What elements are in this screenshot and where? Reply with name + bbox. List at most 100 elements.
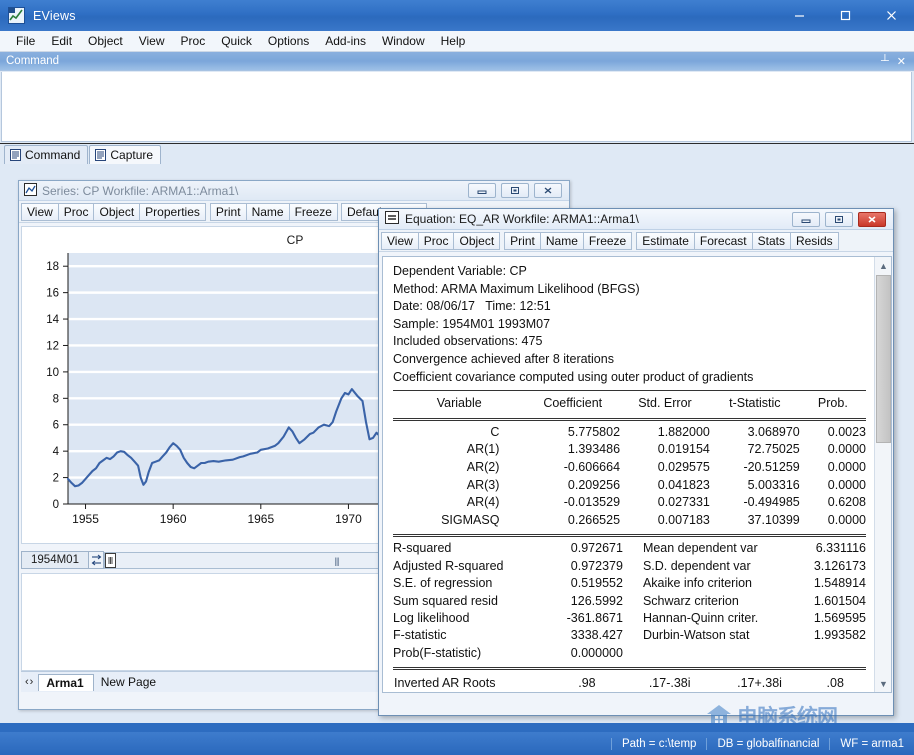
col-header-prob: Prob. bbox=[800, 395, 866, 413]
series-object-button[interactable]: Object bbox=[93, 203, 140, 221]
svg-text:12: 12 bbox=[46, 340, 59, 352]
page-tab-arma1[interactable]: Arma1 bbox=[38, 674, 93, 691]
menu-item-quick[interactable]: Quick bbox=[213, 32, 260, 50]
series-print-button[interactable]: Print bbox=[210, 203, 247, 221]
tab-capture[interactable]: Capture bbox=[89, 145, 161, 164]
close-icon[interactable] bbox=[868, 0, 914, 31]
page-tab-arma1-label: Arma1 bbox=[46, 676, 83, 690]
divider-double bbox=[393, 418, 866, 421]
equation-vertical-scrollbar[interactable]: ▲ ▼ bbox=[874, 257, 891, 692]
root-value-4: .08 bbox=[804, 673, 866, 693]
series-freeze-button[interactable]: Freeze bbox=[289, 203, 338, 221]
command-dock-tabs: Command Capture bbox=[0, 143, 914, 164]
equation-freeze-button[interactable]: Freeze bbox=[583, 232, 632, 250]
table-row: R-squared 0.972671 Mean dependent var 6.… bbox=[393, 540, 866, 557]
series-window-title: Series: CP Workfile: ARMA1::Arma1\ bbox=[42, 184, 238, 198]
cell-prob: 0.0023 bbox=[800, 424, 866, 442]
series-window-titlebar[interactable]: Series: CP Workfile: ARMA1::Arma1\ bbox=[19, 181, 569, 201]
stat-label: Schwarz criterion bbox=[639, 593, 786, 610]
inverted-ar-roots-table: Inverted AR Roots .98 .17-.38i .17+.38i … bbox=[393, 673, 866, 693]
restore-icon[interactable] bbox=[501, 183, 529, 198]
menu-item-window[interactable]: Window bbox=[374, 32, 433, 50]
equation-proc-button[interactable]: Proc bbox=[418, 232, 455, 250]
equation-resids-button[interactable]: Resids bbox=[790, 232, 839, 250]
tab-command[interactable]: Command bbox=[4, 145, 88, 164]
equation-view-button[interactable]: View bbox=[381, 232, 419, 250]
cell-t-statistic: 72.75025 bbox=[710, 441, 800, 459]
divider bbox=[393, 390, 866, 391]
cell-std-error: 0.029575 bbox=[620, 459, 710, 477]
command-input[interactable] bbox=[1, 72, 912, 142]
series-view-button[interactable]: View bbox=[21, 203, 59, 221]
pin-icon[interactable]: ┴ bbox=[881, 55, 889, 68]
equation-forecast-button[interactable]: Forecast bbox=[694, 232, 753, 250]
close-icon[interactable]: ✕ bbox=[897, 55, 906, 68]
equation-estimate-button[interactable]: Estimate bbox=[636, 232, 695, 250]
svg-text:0: 0 bbox=[53, 499, 59, 511]
svg-text:14: 14 bbox=[46, 314, 59, 326]
series-name-button[interactable]: Name bbox=[246, 203, 290, 221]
statusbar: Path = c:\temp DB = globalfinancial WF =… bbox=[0, 732, 914, 755]
stat-label: F-statistic bbox=[393, 627, 535, 644]
divider-double bbox=[393, 667, 866, 670]
menu-item-options[interactable]: Options bbox=[260, 32, 317, 50]
menu-item-edit[interactable]: Edit bbox=[43, 32, 80, 50]
minimize-icon[interactable] bbox=[468, 183, 496, 198]
page-tab-new-page[interactable]: New Page bbox=[94, 674, 165, 690]
command-dock-caption: Command ┴ ✕ bbox=[0, 52, 914, 71]
table-row: AR(2) -0.606664 0.029575 -20.51259 0.000… bbox=[393, 459, 866, 477]
coefficient-table-body: C 5.775802 1.882000 3.068970 0.0023 AR(1… bbox=[393, 424, 866, 530]
series-properties-button[interactable]: Properties bbox=[139, 203, 206, 221]
page-tab-nav[interactable]: ‹› bbox=[25, 676, 34, 688]
spin-updown-icon[interactable] bbox=[89, 551, 104, 569]
series-proc-button[interactable]: Proc bbox=[58, 203, 95, 221]
scrollbar-thumb[interactable] bbox=[105, 553, 116, 568]
menu-item-object[interactable]: Object bbox=[80, 32, 131, 50]
maximize-icon[interactable] bbox=[822, 0, 868, 31]
stat-label: S.E. of regression bbox=[393, 575, 535, 592]
equation-window-titlebar[interactable]: Equation: EQ_AR Workfile: ARMA1::Arma1\ bbox=[379, 209, 893, 230]
menu-item-add-ins[interactable]: Add-ins bbox=[317, 32, 374, 50]
equation-name-button[interactable]: Name bbox=[540, 232, 584, 250]
cell-coefficient: 0.209256 bbox=[525, 477, 620, 495]
equation-window-title: Equation: EQ_AR Workfile: ARMA1::Arma1\ bbox=[405, 212, 639, 226]
cell-std-error: 0.027331 bbox=[620, 494, 710, 512]
table-row: AR(1) 1.393486 0.019154 72.75025 0.0000 bbox=[393, 441, 866, 459]
close-icon[interactable] bbox=[858, 212, 886, 227]
menu-item-file[interactable]: File bbox=[8, 32, 43, 50]
menu-item-help[interactable]: Help bbox=[433, 32, 474, 50]
header-line-convergence: Convergence achieved after 8 iterations bbox=[393, 351, 866, 369]
equation-print-button[interactable]: Print bbox=[504, 232, 541, 250]
minimize-icon[interactable] bbox=[792, 212, 820, 227]
svg-text:4: 4 bbox=[53, 446, 60, 458]
series-graph-icon bbox=[24, 183, 37, 199]
stat-value: 1.993582 bbox=[786, 627, 866, 644]
minimize-icon[interactable] bbox=[776, 0, 822, 31]
equation-stats-button[interactable]: Stats bbox=[752, 232, 791, 250]
cell-t-statistic: -20.51259 bbox=[710, 459, 800, 477]
stat-label: Adjusted R-squared bbox=[393, 558, 535, 575]
chevron-up-icon[interactable]: ▲ bbox=[875, 257, 892, 274]
menu-item-proc[interactable]: Proc bbox=[173, 32, 214, 50]
window-bottom-strip bbox=[0, 723, 914, 732]
close-icon[interactable] bbox=[534, 183, 562, 198]
next-page-icon[interactable]: › bbox=[30, 676, 35, 688]
col-header-coefficient: Coefficient bbox=[525, 395, 620, 413]
eviews-application-window: EViews File Edit Object View Proc Quick … bbox=[0, 0, 914, 755]
scrollbar-grip: ||| bbox=[334, 556, 338, 566]
col-header-std-error: Std. Error bbox=[620, 395, 710, 413]
restore-icon[interactable] bbox=[825, 212, 853, 227]
equation-header-block: Dependent Variable: CP Method: ARMA Maxi… bbox=[393, 263, 866, 386]
stat-value: -361.8671 bbox=[535, 610, 639, 627]
equation-object-button[interactable]: Object bbox=[453, 232, 500, 250]
sample-start-field[interactable]: 1954M01 bbox=[21, 551, 89, 569]
cell-prob: 0.0000 bbox=[800, 459, 866, 477]
table-row: C 5.775802 1.882000 3.068970 0.0023 bbox=[393, 424, 866, 442]
table-row: Prob(F-statistic) 0.000000 bbox=[393, 645, 866, 662]
scrollbar-thumb[interactable] bbox=[876, 275, 891, 443]
svg-text:6: 6 bbox=[53, 420, 59, 432]
menu-item-view[interactable]: View bbox=[131, 32, 173, 50]
app-title: EViews bbox=[33, 9, 76, 23]
chevron-down-icon[interactable]: ▼ bbox=[875, 675, 892, 692]
table-header-row: Variable Coefficient Std. Error t-Statis… bbox=[393, 395, 866, 413]
